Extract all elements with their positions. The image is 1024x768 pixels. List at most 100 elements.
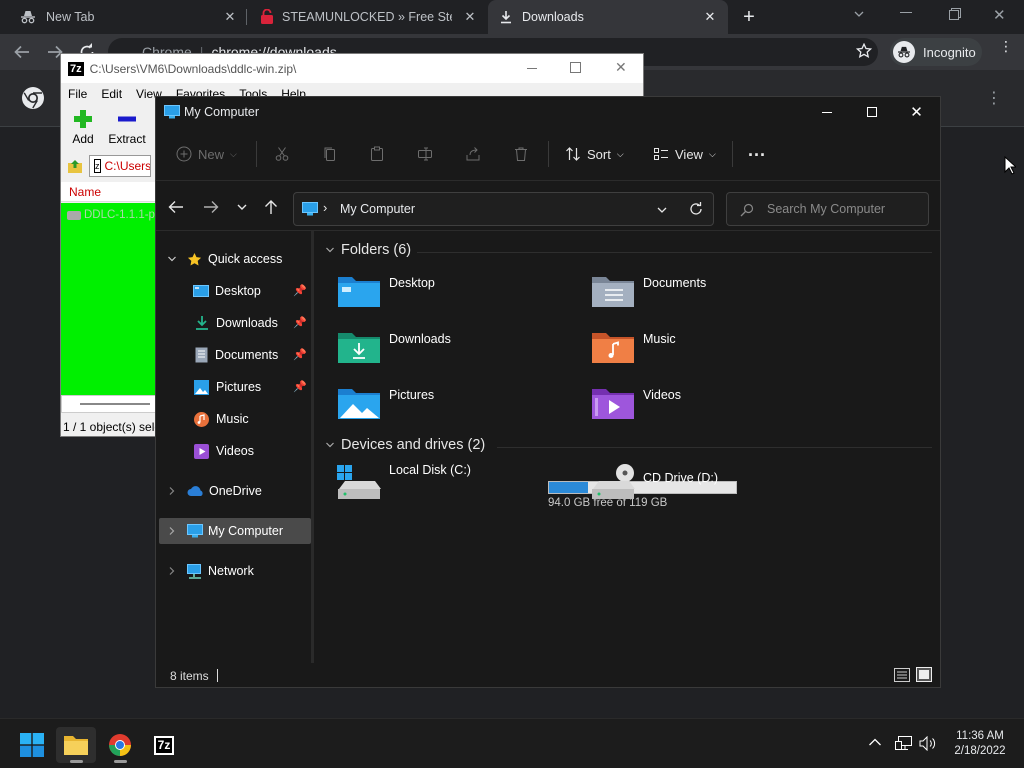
address-bar[interactable]: › My Computer [293, 192, 714, 226]
start-windows-icon[interactable] [12, 727, 52, 763]
new-tab-button[interactable]: + [738, 6, 760, 28]
folder-up-icon[interactable] [67, 158, 83, 174]
show-hidden-icons-chevron-icon[interactable] [868, 737, 882, 747]
nav-label: Desktop [215, 284, 261, 298]
tab-close-icon[interactable]: ✕ [222, 9, 238, 25]
horizontal-scrollbar[interactable] [61, 395, 157, 413]
restore-icon[interactable] [948, 7, 962, 21]
add-button[interactable]: Add [61, 104, 105, 150]
sevenzip-maximize-icon[interactable] [570, 62, 581, 73]
tab-steamunlocked[interactable]: STEAMUNLOCKED » Free Steam ✕ [248, 0, 486, 34]
sort-button[interactable]: Sort ⌵ [565, 127, 624, 181]
sevenzip-close-icon[interactable]: ✕ [615, 59, 627, 76]
explorer-maximize-icon[interactable] [849, 97, 894, 127]
file-list[interactable]: DDLC-1.1.1-p [61, 203, 157, 395]
menu-file[interactable]: File [61, 87, 94, 101]
more-options-button[interactable]: ... [748, 123, 766, 177]
folder-desktop[interactable]: Desktop [337, 273, 435, 317]
delete-icon[interactable] [513, 127, 529, 181]
nav-label: Videos [216, 444, 254, 458]
clock-time: 11:36 AM [956, 730, 1004, 742]
volume-icon[interactable] [919, 736, 937, 751]
network-status-icon[interactable] [895, 736, 912, 751]
large-icons-view-icon[interactable] [916, 667, 932, 682]
folder-downloads[interactable]: Downloads [337, 329, 451, 373]
recent-locations-chevron-icon[interactable] [236, 201, 248, 213]
nav-pictures[interactable]: Pictures 📌 [159, 374, 311, 400]
up-arrow-icon[interactable] [264, 199, 278, 215]
drive-c[interactable]: Local Disk (C:) [337, 463, 471, 513]
nav-label: Pictures [216, 380, 262, 394]
folders-group-header[interactable]: Folders (6) [325, 242, 411, 258]
nav-desktop[interactable]: Desktop 📌 [159, 278, 311, 304]
star-icon [187, 252, 202, 267]
sevenzip-status-text: 1 / 1 object(s) sele [63, 420, 157, 434]
back-arrow-icon[interactable] [13, 43, 31, 61]
explorer-close-icon[interactable]: ✕ [894, 97, 939, 127]
paste-icon[interactable] [369, 127, 385, 181]
close-icon[interactable]: ✕ [993, 6, 1006, 24]
nav-my-computer[interactable]: My Computer [159, 518, 311, 544]
folder-videos[interactable]: Videos [591, 385, 681, 429]
chrome-taskbar-icon[interactable] [100, 727, 140, 763]
column-header-name[interactable]: Name [61, 182, 157, 202]
computer-icon [302, 202, 318, 216]
address-dropdown-icon[interactable] [656, 204, 668, 216]
group-label: Folders (6) [341, 242, 412, 258]
nav-network[interactable]: Network [159, 558, 311, 584]
share-icon[interactable] [465, 127, 481, 181]
explorer-forward-icon[interactable] [203, 200, 219, 214]
sevenzip-path-field[interactable]: z C:\Users [89, 155, 151, 177]
devices-group-header[interactable]: Devices and drives (2) [325, 437, 485, 453]
folder-documents[interactable]: Documents [591, 273, 706, 317]
chrome-menu-icon[interactable]: ⋮ [999, 39, 1013, 53]
tab-downloads[interactable]: Downloads ✕ [488, 0, 728, 34]
nav-downloads[interactable]: Downloads 📌 [159, 310, 311, 336]
sevenzip-logo-icon: 7z [68, 61, 84, 76]
explorer-minimize-icon[interactable] [804, 97, 849, 127]
incognito-icon [893, 41, 915, 63]
file-row[interactable]: DDLC-1.1.1-p [61, 206, 157, 224]
nav-quick-access[interactable]: Quick access [159, 246, 311, 272]
folder-pictures[interactable]: Pictures [337, 385, 434, 429]
tab-new-tab[interactable]: New Tab ✕ [0, 0, 246, 34]
tab-close-icon[interactable]: ✕ [702, 9, 718, 25]
extract-button[interactable]: Extract [105, 104, 149, 150]
downloads-menu-icon[interactable]: ⋮ [986, 88, 1002, 108]
minimize-icon[interactable] [900, 12, 912, 13]
folder-music[interactable]: Music [591, 329, 676, 373]
new-button[interactable]: New ⌵ [176, 127, 237, 181]
explorer-back-icon[interactable] [168, 200, 184, 214]
details-view-icon[interactable] [894, 668, 910, 682]
tab-search-chevron-icon[interactable] [852, 7, 866, 21]
drive-d[interactable]: CD Drive (D:) [591, 463, 718, 513]
pin-icon: 📌 [293, 285, 307, 297]
chevron-right-icon [167, 566, 177, 576]
nav-onedrive[interactable]: OneDrive [159, 478, 311, 504]
sevenzip-minimize-icon[interactable] [527, 68, 537, 69]
incognito-profile-button[interactable]: Incognito [890, 38, 982, 66]
search-box[interactable]: Search My Computer [726, 192, 929, 226]
cut-icon[interactable] [274, 127, 290, 181]
rename-icon[interactable] [417, 127, 433, 181]
menu-edit[interactable]: Edit [94, 87, 129, 101]
nav-music[interactable]: Music [159, 406, 311, 432]
nav-documents[interactable]: Documents 📌 [159, 342, 311, 368]
view-button[interactable]: View ⌵ [653, 127, 716, 181]
file-explorer-taskbar-icon[interactable] [56, 727, 96, 763]
file-name: DDLC-1.1.1-p [84, 209, 155, 221]
explorer-titlebar: My Computer ✕ [156, 97, 940, 127]
nav-label: OneDrive [209, 484, 262, 498]
nav-videos[interactable]: Videos [159, 438, 311, 464]
sevenzip-taskbar-icon[interactable]: 7z [144, 727, 184, 763]
copy-icon[interactable] [322, 127, 338, 181]
pin-icon: 📌 [293, 381, 307, 393]
tab-close-icon[interactable]: ✕ [462, 9, 478, 25]
clock[interactable]: 11:36 AM 2/18/2022 [948, 729, 1012, 759]
documents-icon [195, 347, 208, 363]
chevron-right-icon [167, 486, 177, 496]
bookmark-star-icon[interactable] [856, 43, 872, 59]
explorer-address-row: › My Computer Search My Computer [156, 181, 940, 231]
sort-icon [565, 146, 581, 162]
refresh-icon[interactable] [689, 202, 703, 216]
